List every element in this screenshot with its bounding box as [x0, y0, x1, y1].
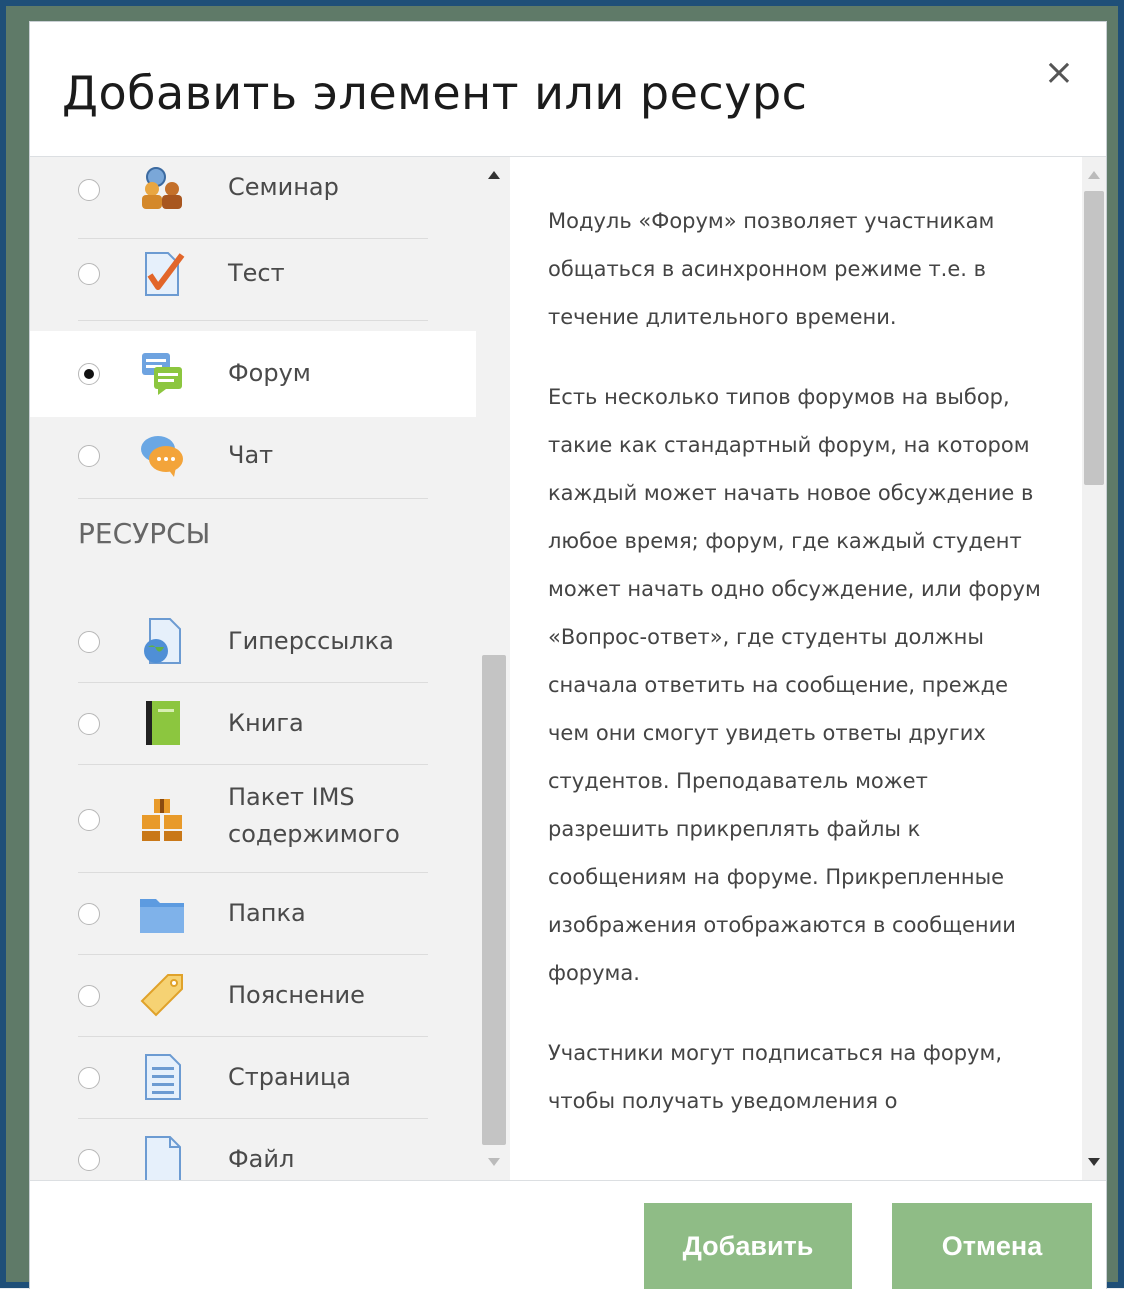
radio-page[interactable]: [78, 1067, 100, 1089]
option-label: Книга: [228, 709, 304, 737]
description-scrollbar[interactable]: [1082, 157, 1106, 1180]
option-folder[interactable]: Папка: [30, 873, 476, 955]
close-icon[interactable]: ×: [1042, 55, 1076, 91]
divider: [78, 320, 428, 321]
description-paragraph: Модуль «Форум» позволяет участникам обща…: [548, 209, 995, 329]
divider: [78, 498, 428, 499]
add-button[interactable]: Добавить: [644, 1203, 852, 1289]
scroll-thumb[interactable]: [1084, 191, 1104, 485]
label-icon: [140, 974, 183, 1017]
book-icon: [146, 701, 180, 745]
module-chooser-list: Семинар Тест Форум Чат РЕСУРСЫ Гиперссыл…: [30, 157, 510, 1180]
option-quiz[interactable]: Тест: [30, 239, 476, 321]
radio-forum[interactable]: [78, 363, 100, 385]
scroll-down-icon[interactable]: [1088, 1158, 1100, 1166]
option-page[interactable]: Страница: [30, 1037, 476, 1119]
option-label: Страница: [228, 1063, 352, 1091]
option-label: Файл: [228, 1145, 295, 1173]
option-ims-package[interactable]: Пакет IMS содержимого: [30, 765, 476, 873]
description-paragraph: Есть несколько типов форумов на выбор, т…: [548, 385, 1041, 985]
option-workshop[interactable]: Семинар: [30, 157, 476, 239]
option-label: Гиперссылка: [228, 627, 394, 655]
option-label: Папка: [228, 899, 306, 927]
option-label: Чат: [228, 441, 274, 469]
radio-folder[interactable]: [78, 903, 100, 925]
option-url[interactable]: Гиперссылка: [30, 601, 476, 683]
option-forum[interactable]: Форум: [30, 331, 476, 417]
radio-book[interactable]: [78, 713, 100, 735]
modal-footer: Добавить Отмена: [30, 1180, 1106, 1289]
url-icon: [144, 618, 181, 664]
page-icon: [145, 1054, 181, 1100]
radio-file[interactable]: [78, 1149, 100, 1171]
radio-ims-package[interactable]: [78, 809, 100, 831]
resources-heading: РЕСУРСЫ: [78, 517, 211, 550]
radio-label-resource[interactable]: [78, 985, 100, 1007]
forum-icon: [142, 353, 182, 395]
folder-icon: [140, 899, 184, 933]
cancel-button[interactable]: Отмена: [892, 1203, 1092, 1289]
scroll-thumb[interactable]: [482, 655, 506, 1145]
modal-title: Добавить элемент или ресурс: [62, 66, 808, 120]
scroll-up-icon[interactable]: [488, 171, 500, 179]
radio-workshop[interactable]: [78, 179, 100, 201]
scroll-down-icon[interactable]: [488, 1158, 500, 1166]
add-activity-modal: Добавить элемент или ресурс × Семинар Те: [30, 22, 1106, 1289]
radio-chat[interactable]: [78, 445, 100, 467]
modal-header: Добавить элемент или ресурс ×: [30, 22, 1106, 157]
workshop-icon: [142, 167, 182, 209]
radio-quiz[interactable]: [78, 263, 100, 285]
description-paragraph: Участники могут подписаться на форум, чт…: [548, 1041, 1003, 1113]
option-label: Пояснение: [228, 981, 365, 1009]
option-label: содержимого: [228, 820, 400, 848]
radio-url[interactable]: [78, 631, 100, 653]
file-icon: [145, 1136, 181, 1180]
option-label: Форум: [228, 359, 311, 387]
option-label: Пакет IMS: [228, 783, 355, 811]
option-label: Семинар: [228, 173, 339, 201]
option-label-resource[interactable]: Пояснение: [30, 955, 476, 1037]
option-chat[interactable]: Чат: [30, 417, 476, 499]
module-description: Модуль «Форум» позволяет участникам обща…: [510, 157, 1106, 1180]
option-label: Тест: [228, 259, 285, 287]
scroll-up-icon[interactable]: [1088, 171, 1100, 179]
option-file[interactable]: Файл: [30, 1119, 476, 1180]
option-book[interactable]: Книга: [30, 683, 476, 765]
quiz-icon: [145, 252, 185, 296]
list-scrollbar[interactable]: [480, 157, 508, 1180]
ims-package-icon: [142, 799, 182, 841]
chat-icon: [141, 436, 183, 477]
